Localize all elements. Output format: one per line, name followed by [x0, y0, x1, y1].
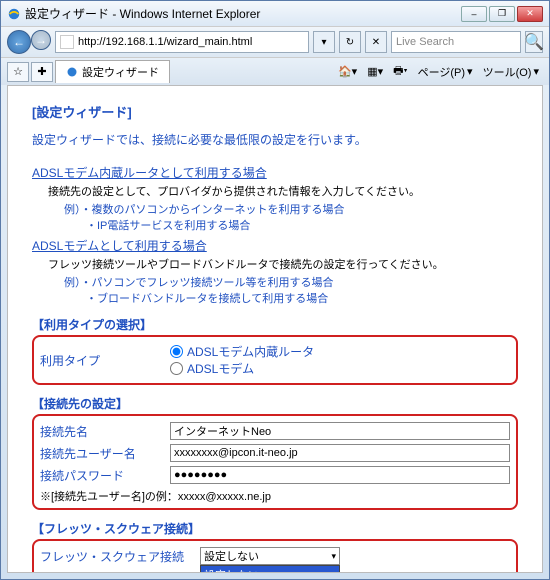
forward-button[interactable]: → — [31, 30, 51, 50]
case-1: ADSLモデム内蔵ルータとして利用する場合 接続先の設定として、プロバイダから提… — [32, 164, 518, 233]
search-placeholder: Live Search — [396, 36, 454, 48]
case-1-ex2: ・IP電話サービスを利用する場合 — [86, 217, 518, 233]
ie-icon — [7, 7, 21, 21]
flets-group: フレッツ・スクウェア接続 設定しない 設定しない 設定する(東日本) 設定する(… — [32, 539, 518, 573]
type-opt2: ADSLモデム — [187, 360, 254, 377]
nav-toolbar: ← → http://192.168.1.1/wizard_main.html … — [1, 26, 549, 57]
tab-toolbar: ☆ ✚ 設定ウィザード 🏠▾ ▦▾ 🖶▾ ページ(P) ▾ ツール(O) ▾ — [1, 57, 549, 85]
tab-active[interactable]: 設定ウィザード — [55, 60, 170, 83]
flets-option-none[interactable]: 設定しない — [201, 566, 339, 573]
titlebar: 設定ウィザード - Windows Internet Explorer – ❐ … — [1, 1, 549, 26]
type-label: 利用タイプ — [40, 352, 170, 369]
dest-name-label: 接続先名 — [40, 423, 170, 440]
tools-menu[interactable]: ツール(O) ▾ — [479, 62, 543, 82]
stop-button[interactable]: ✕ — [365, 31, 387, 53]
page-heading: [設定ウィザード] — [32, 102, 518, 121]
case-1-desc: 接続先の設定として、プロバイダから提供された情報を入力してください。 — [48, 183, 518, 199]
flets-dropdown: 設定しない 設定する(東日本) 設定する(西日本) — [200, 565, 340, 573]
url-text: http://192.168.1.1/wizard_main.html — [78, 36, 252, 48]
tab-label: 設定ウィザード — [82, 64, 159, 80]
back-button[interactable]: ← — [7, 30, 31, 54]
maximize-button[interactable]: ❐ — [489, 6, 515, 22]
dest-name-input[interactable] — [170, 422, 510, 440]
section-type-label: 【利用タイプの選択】 — [32, 316, 518, 333]
close-button[interactable]: ✕ — [517, 6, 543, 22]
case-1-ex1: 例）・複数のパソコンからインターネットを利用する場合 — [64, 201, 518, 217]
type-opt1: ADSLモデム内蔵ルータ — [187, 343, 314, 360]
type-radio-router[interactable] — [170, 345, 183, 358]
window-title: 設定ウィザード - Windows Internet Explorer — [25, 5, 260, 22]
print-button[interactable]: 🖶▾ — [389, 60, 411, 83]
intro-text: 設定ウィザードでは、接続に必要な最低限の設定を行います。 — [32, 131, 518, 148]
feed-button[interactable]: ▦▾ — [363, 63, 387, 80]
type-group: 利用タイプ ADSLモデム内蔵ルータ ADSLモデム — [32, 335, 518, 385]
dest-pass-input[interactable] — [170, 466, 510, 484]
case-2-link[interactable]: ADSLモデムとして利用する場合 — [32, 239, 207, 253]
favorites-button[interactable]: ☆ — [7, 62, 29, 82]
ie-icon — [66, 66, 78, 78]
dest-user-input[interactable] — [170, 444, 510, 462]
flets-label: フレッツ・スクウェア接続 — [40, 548, 200, 565]
minimize-button[interactable]: – — [461, 6, 487, 22]
refresh-button[interactable]: ↻ — [339, 31, 361, 53]
dest-group: 接続先名 接続先ユーザー名 接続パスワード ※[接続先ユーザー名]の例：xxxx… — [32, 414, 518, 510]
go-button[interactable]: ▾ — [313, 31, 335, 53]
flets-select[interactable]: 設定しない — [200, 547, 340, 565]
dest-pass-label: 接続パスワード — [40, 467, 170, 484]
dest-user-label: 接続先ユーザー名 — [40, 445, 170, 462]
dest-hint: ※[接続先ユーザー名]の例：xxxxx@xxxxx.ne.jp — [40, 488, 510, 504]
add-favorites-button[interactable]: ✚ — [31, 62, 53, 82]
section-dest-label: 【接続先の設定】 — [32, 395, 518, 412]
case-1-link[interactable]: ADSLモデム内蔵ルータとして利用する場合 — [32, 166, 267, 180]
case-2-desc: フレッツ接続ツールやブロードバンドルータで接続先の設定を行ってください。 — [48, 256, 518, 272]
browser-window: 設定ウィザード - Windows Internet Explorer – ❐ … — [0, 0, 550, 580]
page-icon — [60, 35, 74, 49]
search-button[interactable]: 🔍 — [525, 31, 543, 53]
home-button[interactable]: 🏠▾ — [334, 63, 361, 80]
page-menu[interactable]: ページ(P) ▾ — [414, 62, 477, 82]
case-2: ADSLモデムとして利用する場合 フレッツ接続ツールやブロードバンドルータで接続… — [32, 237, 518, 306]
case-2-ex2: ・ブロードバンドルータを接続して利用する場合 — [86, 290, 518, 306]
page-content: [設定ウィザード] 設定ウィザードでは、接続に必要な最低限の設定を行います。 A… — [7, 85, 543, 573]
address-bar[interactable]: http://192.168.1.1/wizard_main.html — [55, 31, 309, 53]
search-input[interactable]: Live Search — [391, 31, 521, 53]
section-flets-label: 【フレッツ・スクウェア接続】 — [32, 520, 518, 537]
case-2-ex1: 例）・パソコンでフレッツ接続ツール等を利用する場合 — [64, 274, 518, 290]
type-radio-modem[interactable] — [170, 362, 183, 375]
